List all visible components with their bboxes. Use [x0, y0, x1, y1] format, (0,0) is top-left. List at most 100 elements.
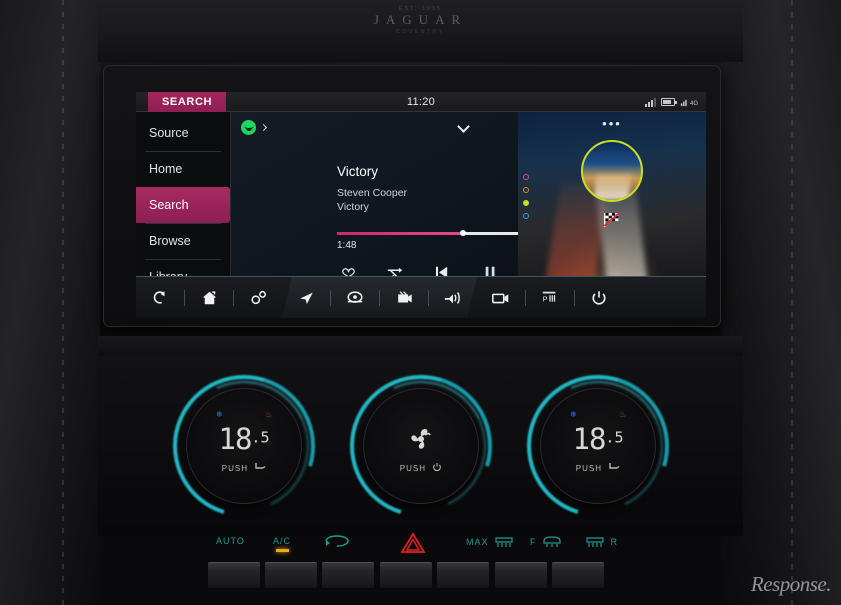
park-assist-button[interactable]: P	[526, 277, 574, 319]
nav-dot[interactable]	[523, 187, 529, 193]
nav-dot[interactable]	[523, 213, 529, 219]
navigation-button[interactable]	[282, 277, 330, 319]
connectivity-button[interactable]	[234, 277, 282, 319]
max-text: MAX	[466, 537, 489, 547]
rocker-switch[interactable]	[380, 562, 432, 588]
climate-panel: ❄ ♨ 18.5 PUSH PUSH ❄ ♨ 18.5 PUSH	[98, 349, 743, 543]
seat-heater-icon	[255, 463, 266, 469]
infotainment-screen[interactable]: SEARCH 11:20 4G Source Home Search Brows…	[136, 92, 706, 318]
push-text: PUSH	[221, 464, 248, 473]
f-text: F	[530, 537, 537, 547]
home-button[interactable]	[185, 277, 233, 319]
hazard-icon	[400, 532, 426, 553]
route-preview-thumbnail[interactable]	[581, 140, 643, 202]
track-album: Victory	[337, 201, 369, 214]
cool-indicator-icon: ❄	[570, 410, 577, 419]
no-flag-icon	[602, 212, 622, 228]
watermark: Response.	[750, 572, 832, 596]
seat-heater-icon	[609, 463, 620, 469]
jaguar-badge: EST. 1935 JAGUAR COVENTRY	[374, 6, 467, 35]
heat-indicator-icon: ♨	[264, 410, 272, 419]
network-icon: 4G	[680, 98, 698, 107]
signal-bars-icon	[644, 97, 656, 107]
rocker-switch[interactable]	[495, 562, 547, 588]
menu-item-source[interactable]: Source	[136, 115, 230, 151]
dash-top-panel: EST. 1935 JAGUAR COVENTRY	[98, 0, 743, 62]
menu-label: Search	[149, 198, 189, 212]
right-temperature-dial[interactable]: ❄ ♨ 18.5 PUSH	[501, 349, 695, 543]
chevron-down-icon[interactable]	[457, 120, 470, 133]
phone-icon	[345, 289, 365, 307]
svg-text:P: P	[543, 294, 548, 303]
bluetooth-link-icon	[250, 290, 266, 304]
temp-fraction: .5	[605, 428, 624, 447]
fan-dial[interactable]: PUSH	[324, 349, 518, 543]
ac-led-indicator	[275, 549, 289, 552]
nav-dot[interactable]	[523, 174, 529, 180]
clock: 11:20	[406, 96, 436, 108]
ellipsis-icon[interactable]: •••	[518, 117, 706, 130]
rocker-switch[interactable]	[552, 562, 604, 588]
auto-label: AUTO	[216, 536, 245, 546]
front-defrost-icon	[543, 536, 561, 547]
recirculation-icon	[325, 535, 349, 547]
antenna-icon	[680, 99, 687, 106]
navigation-widget[interactable]: •••	[518, 112, 706, 298]
rocker-switch[interactable]	[265, 562, 317, 588]
source-menu: Source Home Search Browse Library	[136, 112, 231, 298]
nav-dot-list	[523, 174, 529, 219]
power-icon	[433, 463, 442, 472]
camera-button[interactable]	[477, 277, 525, 319]
stitch-line	[791, 0, 793, 605]
ac-label: A/C	[273, 536, 292, 546]
chevron-right-icon[interactable]	[259, 123, 268, 131]
back-button[interactable]	[136, 277, 184, 319]
status-icons: 4G	[644, 92, 698, 112]
elapsed-time: 1:48	[337, 239, 357, 251]
track-title: Victory	[337, 164, 379, 179]
r-text: R	[610, 537, 619, 547]
progress-knob[interactable]	[460, 230, 467, 237]
source-row[interactable]	[231, 112, 518, 142]
max-defrost-icon	[495, 537, 513, 547]
track-info: Victory Steven Cooper Victory	[337, 164, 407, 214]
menu-label: Browse	[149, 234, 191, 248]
vehicle-cabin: EST. 1935 JAGUAR COVENTRY SEARCH 11:20 4…	[0, 0, 841, 605]
push-text: PUSH	[399, 464, 426, 473]
nav-dot-active[interactable]	[523, 200, 529, 206]
menu-item-search[interactable]: Search	[136, 187, 230, 223]
progress-fill	[337, 232, 464, 235]
spotify-icon[interactable]	[241, 119, 256, 135]
menu-item-browse[interactable]: Browse	[136, 223, 230, 259]
power-button[interactable]	[575, 277, 623, 319]
max-defrost-button[interactable]: MAX	[466, 535, 514, 548]
auto-button[interactable]: AUTO	[216, 536, 245, 546]
menu-item-home[interactable]: Home	[136, 151, 230, 187]
media-button[interactable]	[380, 277, 428, 319]
track-artist: Steven Cooper	[337, 187, 408, 199]
menu-label: Home	[149, 162, 183, 176]
media-panel: Victory Steven Cooper Victory VICTORY	[231, 112, 595, 298]
rocker-switch[interactable]	[437, 562, 489, 588]
back-arrow-icon	[153, 290, 165, 304]
left-temperature-dial[interactable]: ❄ ♨ 18.5 PUSH	[147, 349, 341, 543]
audio-settings-button[interactable]	[429, 277, 477, 319]
navigation-arrow-icon	[297, 289, 316, 307]
park-assist-icon: P	[542, 291, 556, 303]
right-temperature-value: 18.5	[540, 422, 656, 456]
network-label: 4G	[689, 100, 698, 107]
camera-icon	[492, 293, 509, 303]
fan-push-label: PUSH	[363, 462, 479, 473]
ac-button[interactable]: A/C	[273, 536, 291, 552]
push-text: PUSH	[575, 464, 602, 473]
rocker-switch[interactable]	[322, 562, 374, 588]
preview-road	[593, 173, 631, 200]
heat-indicator-icon: ♨	[618, 410, 626, 419]
recirculation-button[interactable]	[320, 534, 354, 553]
rear-defrost-label: R	[585, 535, 618, 548]
phone-button[interactable]	[331, 277, 379, 319]
hazard-button[interactable]	[400, 532, 426, 559]
rocker-switch[interactable]	[208, 562, 260, 588]
rear-defrost-button[interactable]: R	[585, 535, 618, 548]
front-defrost-button[interactable]: F	[530, 535, 562, 548]
